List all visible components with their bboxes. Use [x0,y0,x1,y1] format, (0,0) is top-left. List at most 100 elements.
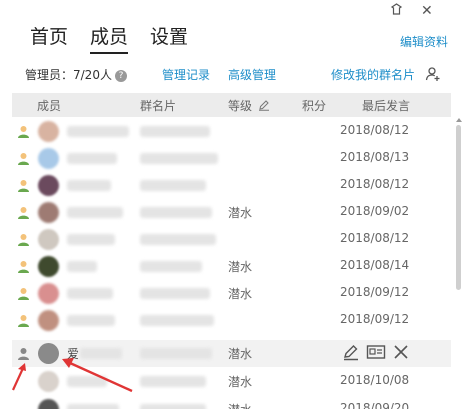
member-name [67,315,115,326]
member-level: 潜水 [228,287,253,301]
admin-role-icon [18,288,29,300]
admin-role-icon [18,234,29,246]
remove-member-icon[interactable] [392,343,410,361]
scrollbar-thumb[interactable] [456,125,461,290]
tab-settings[interactable]: 设置 [150,24,188,50]
member-level: 潜水 [228,375,253,389]
member-list-scrollbar[interactable] [455,117,463,409]
avatar[interactable] [38,371,59,392]
help-icon[interactable]: ? [114,69,127,82]
member-card [140,376,206,387]
col-member[interactable]: 成员 [37,97,61,114]
member-name [67,376,107,387]
col-level-label: 等级 [228,99,253,113]
member-row[interactable]: 2018/08/13 [12,145,451,172]
modify-card-link[interactable]: 修改我的群名片 [331,67,415,83]
avatar[interactable] [38,229,59,250]
member-row[interactable]: 潜水 2018/09/20 [12,396,451,409]
manage-log-link[interactable]: 管理记录 [162,67,210,83]
pencil-icon[interactable] [258,99,270,111]
member-row[interactable]: 2018/08/12 [12,172,451,199]
avatar[interactable] [38,148,59,169]
tab-members[interactable]: 成员 [90,24,128,50]
close-window-button[interactable]: ✕ [421,3,433,19]
admin-count-text: 管理员：7/20人 [25,68,112,82]
member-name-blurred [80,348,122,359]
member-name [67,288,113,299]
col-points[interactable]: 积分 [302,97,326,114]
admin-role-icon [18,207,29,219]
member-card [140,261,202,272]
member-last-post: 2018/09/12 [340,285,410,299]
col-card[interactable]: 群名片 [140,97,176,114]
avatar[interactable] [38,343,59,364]
edit-card-icon[interactable] [342,343,360,361]
add-member-button[interactable] [425,66,441,86]
member-name [67,180,111,191]
avatar[interactable] [38,202,59,223]
member-name [67,126,129,137]
member-row[interactable]: 潜水 2018/10/08 [12,368,451,395]
advanced-manage-link[interactable]: 高级管理 [228,67,276,83]
edit-profile-link[interactable]: 编辑资料 [400,33,448,50]
member-name [67,234,115,245]
member-last-post: 2018/09/12 [340,312,410,326]
member-card [140,288,210,299]
member-card [140,404,206,409]
member-name [67,261,97,272]
member-level: 潜水 [228,206,253,220]
admin-count: 管理员：7/20人? [25,67,127,83]
member-name [67,207,123,218]
member-card [140,234,216,245]
avatar[interactable] [38,256,59,277]
skin-icon [390,3,403,15]
avatar[interactable] [38,175,59,196]
scroll-up-icon[interactable] [455,117,463,123]
avatar[interactable] [38,310,59,331]
main-tabs: 首页 成员 设置 [30,24,188,50]
member-role-icon [18,348,29,360]
member-row[interactable]: 潜水 2018/09/12 [12,280,451,307]
member-row[interactable]: 2018/09/12 [12,307,451,334]
member-name [67,153,117,164]
skin-button[interactable] [390,3,403,20]
member-last-post: 2018/08/12 [340,123,410,137]
col-level[interactable]: 等级 [228,97,270,114]
member-last-post: 2018/08/14 [340,258,410,272]
member-last-post: 2018/09/20 [340,401,410,409]
member-row[interactable]: 2018/08/12 [12,118,451,145]
member-card [140,180,206,191]
member-level: 潜水 [228,260,253,274]
table-header: 成员 群名片 等级 积分 最后发言 [12,93,451,117]
member-level: 潜水 [228,401,252,409]
member-row-hovered[interactable]: 爱 潜水 [12,340,451,367]
admin-role-icon [18,126,29,138]
member-card [140,126,210,137]
member-card [140,153,218,164]
admin-role-icon [18,261,29,273]
add-member-icon [425,67,440,81]
member-last-post: 2018/08/12 [340,231,410,245]
tab-home[interactable]: 首页 [30,24,68,50]
member-card [140,348,212,359]
active-tab-underline [90,52,128,54]
member-card [140,207,212,218]
member-card [140,315,214,326]
member-last-post: 2018/09/02 [340,204,410,218]
member-row[interactable]: 潜水 2018/09/02 [12,199,451,226]
col-last-post[interactable]: 最后发言 [362,97,410,114]
admin-role-icon [18,153,29,165]
member-row[interactable]: 2018/08/12 [12,226,451,253]
member-last-post: 2018/08/13 [340,150,410,164]
member-level: 潜水 [228,347,253,361]
admin-role-icon [18,180,29,192]
member-name: 爱 [67,347,80,361]
member-card-icon[interactable] [366,343,386,361]
avatar[interactable] [38,283,59,304]
member-name [67,404,119,409]
member-last-post: 2018/10/08 [340,373,410,387]
avatar[interactable] [38,121,59,142]
member-last-post: 2018/08/12 [340,177,410,191]
avatar[interactable] [38,399,59,409]
member-row[interactable]: 潜水 2018/08/14 [12,253,451,280]
